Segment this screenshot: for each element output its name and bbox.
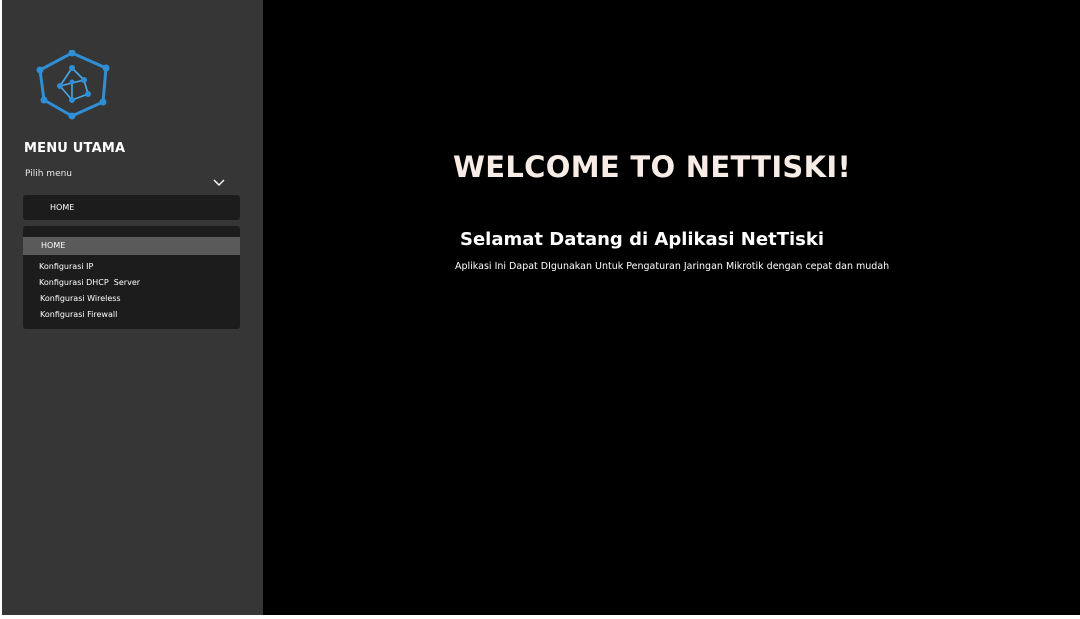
menu-select[interactable]: HOME [23, 195, 240, 220]
page-description: Aplikasi Ini Dapat DIgunakan Untuk Penga… [455, 261, 890, 272]
menu-option-konfigurasi-wireless[interactable]: Konfigurasi Wireless [40, 294, 257, 303]
page-title: WELCOME TO NETTISKI! [453, 150, 851, 184]
menu-select-value: HOME [50, 203, 75, 212]
network-hexagon-icon [36, 50, 110, 120]
page-subtitle: Selamat Datang di Aplikasi NetTiski [460, 229, 824, 250]
app-window: MENU UTAMA Pilih menu HOME HOME Konfigur… [2, 0, 1080, 615]
chevron-down-icon[interactable] [212, 178, 226, 188]
main-content: WELCOME TO NETTISKI! Selamat Datang di A… [263, 0, 1080, 615]
menu-dropdown-list: HOME Konfigurasi IP Konfigurasi DHCP Ser… [23, 226, 240, 329]
sidebar: MENU UTAMA Pilih menu HOME HOME Konfigur… [2, 0, 263, 615]
menu-title: MENU UTAMA [24, 141, 126, 156]
menu-subtitle: Pilih menu [25, 169, 73, 179]
menu-option-konfigurasi-dhcp-server[interactable]: Konfigurasi DHCP Server [39, 278, 256, 287]
menu-option-konfigurasi-firewall[interactable]: Konfigurasi Firewall [40, 310, 257, 319]
menu-option-konfigurasi-ip[interactable]: Konfigurasi IP [39, 262, 256, 271]
menu-option-label: HOME [41, 241, 66, 250]
menu-option-home[interactable]: HOME [23, 237, 240, 255]
